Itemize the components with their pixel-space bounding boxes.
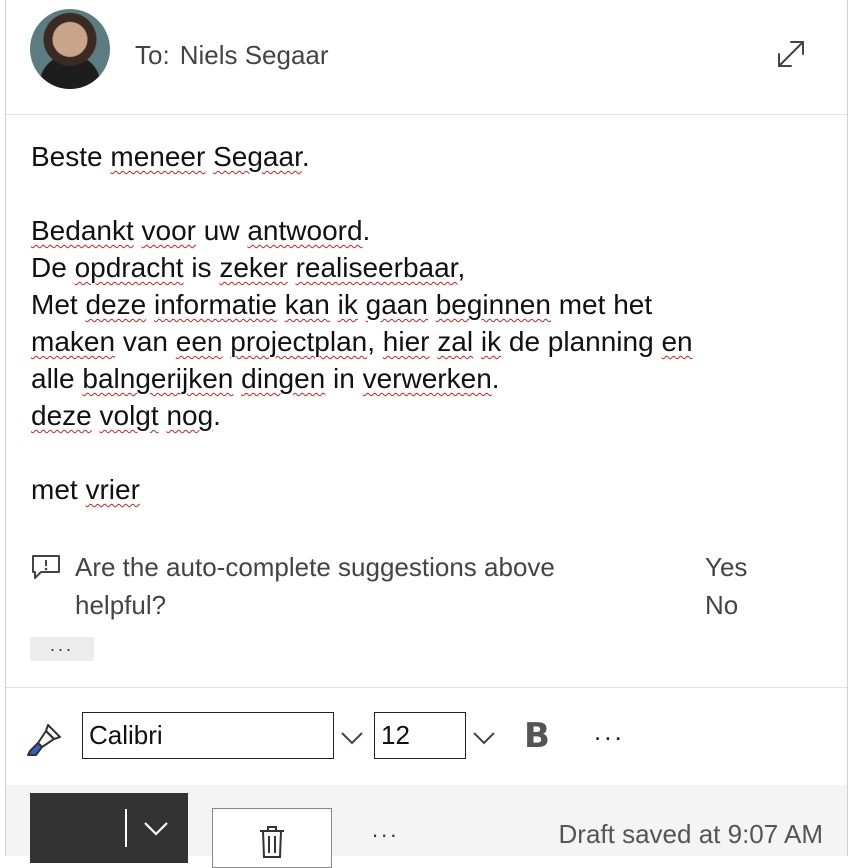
misspelled-word: dingen — [241, 363, 326, 394]
misspelled-word: kan — [284, 289, 330, 320]
body-text-run: met — [31, 474, 86, 505]
body-text-run: in — [325, 363, 363, 394]
misspelled-word: hier — [382, 326, 430, 357]
misspelled-word: realiseerbaar — [295, 252, 458, 283]
recipient-name[interactable]: Niels Segaar — [180, 40, 329, 70]
body-text-run: is — [183, 252, 220, 283]
body-line — [31, 175, 811, 212]
misspelled-word: voor — [141, 215, 196, 246]
body-text-run: uw — [196, 215, 248, 246]
body-text-run: , — [457, 252, 466, 283]
body-line: Met deze informatie kan ik gaan beginnen… — [31, 286, 811, 323]
recipient-avatar — [30, 9, 110, 89]
body-line: alle balngerijken dingen in verwerken. — [31, 360, 811, 397]
body-text-run: . — [301, 141, 310, 172]
misspelled-word: vrier — [85, 474, 140, 505]
feedback-question: Are the auto-complete suggestions above … — [75, 552, 555, 620]
bold-button[interactable]: B — [524, 716, 550, 756]
misspelled-word: projectplan — [230, 326, 368, 357]
actions-more-button[interactable]: ... — [372, 817, 399, 843]
body-text-run — [92, 400, 100, 431]
misspelled-word: verwerken — [362, 363, 492, 394]
body-text-run — [428, 289, 436, 320]
body-line: Bedankt voor uw antwoord. — [31, 212, 811, 249]
misspelled-word: maken — [31, 326, 116, 357]
body-text-run — [233, 363, 241, 394]
send-options-chevron-down-icon[interactable] — [143, 819, 169, 839]
misspelled-word: zal — [437, 326, 474, 357]
body-text-run: van — [115, 326, 176, 357]
feedback-no-button[interactable]: No — [705, 586, 738, 624]
to-line[interactable]: To: Niels Segaar — [135, 40, 329, 71]
misspelled-word: deze — [85, 289, 147, 320]
to-label: To: — [135, 40, 170, 70]
body-text-run: . — [491, 363, 500, 394]
body-text-run — [205, 141, 213, 172]
font-family-input[interactable]: Calibri — [82, 712, 334, 759]
show-quoted-text-button[interactable]: ... — [30, 636, 94, 661]
discard-button[interactable] — [212, 808, 332, 868]
body-text-run — [358, 289, 366, 320]
body-line: met vrier — [31, 471, 811, 508]
formatting-toolbar: Calibri 12 B ... — [6, 687, 847, 786]
body-text-run: , — [367, 326, 383, 357]
body-line: De opdracht is zeker realiseerbaar, — [31, 249, 811, 286]
body-text-run — [277, 289, 285, 320]
font-size-chevron-down-icon[interactable] — [472, 726, 496, 750]
misspelled-word: nog — [166, 400, 214, 431]
misspelled-word: Bedankt — [31, 215, 134, 246]
compose-header: To: Niels Segaar — [6, 0, 847, 115]
body-text-run: Met — [31, 289, 86, 320]
trash-icon — [258, 825, 286, 859]
send-button[interactable] — [30, 793, 188, 863]
compose-pane: To: Niels Segaar Beste meneer Segaar. Beda… — [5, 0, 848, 868]
body-text-run: alle — [31, 363, 83, 394]
body-text-run — [473, 326, 481, 357]
body-text-run — [288, 252, 296, 283]
send-split-divider — [125, 809, 127, 847]
misspelled-word: beginnen — [435, 289, 551, 320]
compose-action-bar: ... Draft saved at 9:07 AM — [6, 785, 847, 868]
misspelled-word: gaan — [365, 289, 428, 320]
body-text-run: met het — [550, 289, 653, 320]
misspelled-word: Segaar — [213, 141, 302, 172]
misspelled-word: balngerijken — [82, 363, 234, 394]
format-painter-icon[interactable] — [26, 721, 64, 759]
formatting-more-button[interactable]: ... — [594, 716, 625, 747]
body-text-run: Beste — [31, 141, 111, 172]
body-text-run: De — [31, 252, 75, 283]
misspelled-word: deze — [31, 400, 92, 431]
misspelled-word: meneer — [110, 141, 206, 172]
body-line: deze volgt nog. — [31, 397, 811, 434]
misspelled-word: ik — [480, 326, 502, 357]
misspelled-word: opdracht — [74, 252, 184, 283]
expand-icon[interactable] — [771, 34, 811, 74]
misspelled-word: een — [175, 326, 223, 357]
misspelled-word: zeker — [219, 252, 288, 283]
body-line: maken van een projectplan, hier zal ik d… — [31, 323, 811, 360]
misspelled-word: en — [661, 326, 693, 357]
feedback-icon — [31, 554, 61, 580]
draft-saved-status: Draft saved at 9:07 AM — [558, 819, 823, 849]
body-text-run: . — [362, 215, 371, 246]
body-text-run: de planning — [501, 326, 662, 357]
misspelled-word: ik — [337, 289, 358, 320]
misspelled-word: informatie — [153, 289, 277, 320]
body-text-run — [330, 289, 338, 320]
font-family-chevron-down-icon[interactable] — [340, 726, 364, 750]
body-line: Beste meneer Segaar. — [31, 138, 811, 175]
body-line — [31, 434, 811, 471]
misspelled-word: volgt — [99, 400, 159, 431]
body-text-run — [146, 289, 154, 320]
font-size-input[interactable]: 12 — [374, 712, 466, 759]
body-text-run: . — [213, 400, 221, 431]
message-body[interactable]: Beste meneer Segaar. Bedankt voor uw antw… — [31, 138, 811, 508]
feedback-yes-button[interactable]: Yes — [705, 548, 747, 586]
body-text-run — [134, 215, 142, 246]
misspelled-word: antwoord — [247, 215, 363, 246]
